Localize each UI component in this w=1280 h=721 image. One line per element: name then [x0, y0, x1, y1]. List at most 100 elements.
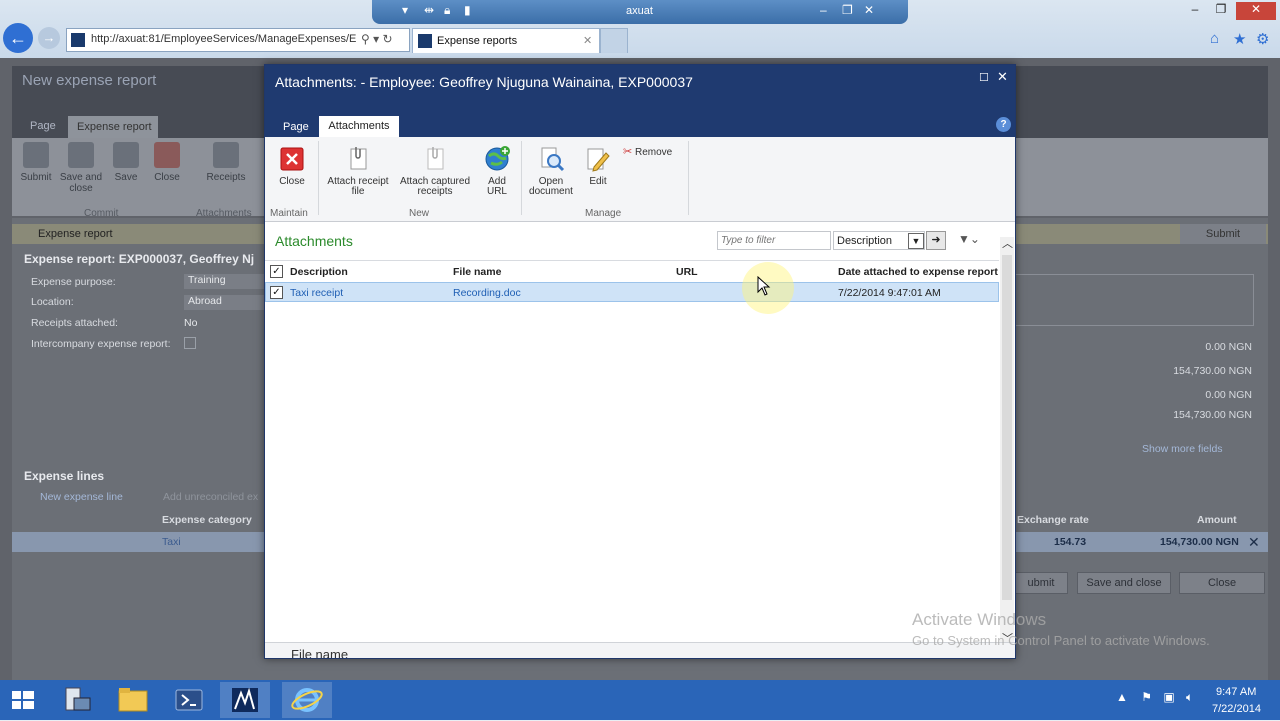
- group-maintain: Maintain: [270, 208, 308, 219]
- attachments-dialog: Attachments: - Employee: Geoffrey Njugun…: [264, 64, 1016, 659]
- bg-submit-bottom: ubmit: [1014, 572, 1068, 594]
- remove-label: Remove: [635, 147, 673, 158]
- browser-tab-expense-reports[interactable]: Expense reports ✕: [412, 28, 600, 53]
- show-hidden-icons-icon[interactable]: ▲: [1116, 690, 1128, 704]
- activate-windows-subtext: Go to System in Control Panel to activat…: [912, 633, 1210, 648]
- taskbar-powershell[interactable]: [164, 682, 214, 718]
- bg-tab-expense-report: Expense report: [68, 116, 158, 138]
- apply-filter-button[interactable]: ➜: [926, 231, 946, 250]
- volume-icon[interactable]: 🔈︎: [1186, 690, 1193, 704]
- back-button[interactable]: ←: [3, 23, 33, 53]
- edit-button[interactable]: Edit: [583, 145, 613, 187]
- lock-icon: 🔒︎: [444, 3, 451, 17]
- close-icon: [154, 142, 180, 168]
- taskbar-server-manager[interactable]: [52, 682, 102, 718]
- folder-icon: [118, 688, 148, 712]
- select-all-checkbox[interactable]: ✓: [270, 265, 283, 278]
- dialog-close-icon[interactable]: ✕: [997, 69, 1008, 85]
- window-minimize-button[interactable]: –: [1182, 2, 1208, 20]
- tab-close-icon[interactable]: ✕: [583, 34, 592, 47]
- network-icon[interactable]: ▣: [1163, 690, 1174, 704]
- bg-col-category: Expense category: [162, 514, 252, 526]
- address-bar[interactable]: http://axuat:81/EmployeeServices/ManageE…: [66, 28, 410, 52]
- pin-icon[interactable]: ⇹: [424, 3, 434, 17]
- bg-new-line-link: New expense line: [40, 491, 123, 503]
- chevron-up-icon[interactable]: ︿: [1002, 235, 1013, 251]
- row-checkbox[interactable]: ✓: [270, 286, 283, 299]
- taskbar-file-explorer[interactable]: [108, 682, 158, 718]
- filter-input[interactable]: [717, 231, 832, 250]
- close-label: Close: [279, 176, 305, 187]
- bg-save-label: Save: [114, 172, 138, 183]
- server-manager-icon: [65, 687, 91, 711]
- close-icon: [280, 147, 304, 171]
- save-close-icon: [68, 142, 94, 168]
- column-description[interactable]: Description: [290, 266, 348, 278]
- action-center-icon[interactable]: ⚑: [1141, 690, 1152, 704]
- add-url-button[interactable]: Add URL: [479, 145, 515, 197]
- bg-col-amount: Amount: [1197, 514, 1237, 526]
- chevron-down-icon[interactable]: ▾: [402, 3, 408, 17]
- open-document-button[interactable]: Open document: [523, 145, 579, 197]
- taskbar-clock-time[interactable]: 9:47 AM: [1216, 686, 1256, 698]
- tab-page[interactable]: Page: [283, 121, 309, 133]
- forward-button[interactable]: →: [38, 27, 60, 49]
- bg-save-button: Save: [110, 142, 142, 183]
- column-file-name[interactable]: File name: [453, 266, 501, 278]
- taskbar-clock-date[interactable]: 7/22/2014: [1212, 703, 1261, 715]
- taskbar-dynamics-ax[interactable]: [220, 682, 270, 718]
- bg-report-header: Expense report: EXP000037, Geoffrey Nj: [24, 252, 255, 266]
- cell-description[interactable]: Taxi receipt: [290, 287, 343, 299]
- bg-field-label: Expense purpose:: [31, 276, 116, 288]
- favorites-icon[interactable]: ★: [1233, 30, 1246, 48]
- bg-amount: 0.00 NGN: [1205, 389, 1252, 401]
- close-button[interactable]: Close: [275, 145, 309, 187]
- remove-button[interactable]: ✂ Remove: [623, 145, 672, 158]
- background-page-title: New expense report: [22, 72, 157, 89]
- settings-gear-icon[interactable]: ⚙: [1256, 30, 1269, 48]
- help-icon[interactable]: ?: [996, 117, 1011, 132]
- maximize-icon[interactable]: ☐: [979, 71, 989, 84]
- bg-tab-page: Page: [30, 120, 56, 132]
- cell-file-name[interactable]: Recording.doc: [453, 287, 521, 299]
- browser-tab-title: Expense reports: [437, 35, 518, 47]
- bg-amount: 154,730.00 NGN: [1173, 409, 1252, 421]
- new-tab-button[interactable]: [600, 28, 628, 53]
- restore-icon[interactable]: ❐: [842, 3, 853, 17]
- attach-receipt-file-button[interactable]: Attach receipt file: [323, 145, 393, 197]
- bg-col-exchange: Exchange rate: [1017, 514, 1089, 526]
- filter-field-value: Description: [837, 235, 893, 247]
- filter-text-field[interactable]: [718, 232, 832, 249]
- attachments-section-title: Attachments: [275, 233, 353, 249]
- taskbar-internet-explorer[interactable]: [282, 682, 332, 718]
- footer-file-name-label: File name: [291, 647, 349, 659]
- filter-field-select[interactable]: Description ▼: [833, 231, 925, 250]
- search-icon[interactable]: ⚲ ▾ ↻: [361, 32, 393, 46]
- window-close-button[interactable]: ✕: [1236, 2, 1276, 20]
- scrollbar-thumb[interactable]: [1002, 255, 1012, 600]
- window-restore-button[interactable]: ❐: [1208, 2, 1234, 20]
- bg-cell-amount: 154,730.00 NGN: [1160, 536, 1239, 548]
- bg-submit-button: Submit: [18, 142, 54, 183]
- bg-save-close-button: Save and close: [58, 142, 104, 194]
- home-icon[interactable]: ⌂: [1210, 30, 1219, 47]
- chevron-down-icon[interactable]: ▼: [908, 233, 924, 249]
- edit-label: Edit: [589, 176, 607, 187]
- filter-options-icon[interactable]: ▼⌄: [958, 232, 980, 246]
- minimize-icon[interactable]: –: [820, 3, 827, 17]
- system-tray[interactable]: ▲ ⚑ ▣ 🔈︎: [1116, 690, 1193, 705]
- start-button[interactable]: [0, 682, 46, 718]
- site-favicon-icon: [418, 34, 432, 48]
- bg-lines-header: Expense lines: [24, 469, 105, 483]
- close-icon[interactable]: ✕: [864, 3, 874, 17]
- group-new: New: [409, 208, 430, 219]
- address-url[interactable]: http://axuat:81/EmployeeServices/ManageE…: [91, 33, 359, 45]
- ribbon-separator: [318, 141, 319, 215]
- bg-tab-label: Expense report: [77, 121, 152, 133]
- cell-date-attached: 7/22/2014 9:47:01 AM: [838, 287, 941, 299]
- attach-captured-receipts-button[interactable]: Attach captured receipts: [395, 145, 475, 197]
- column-url[interactable]: URL: [676, 266, 698, 278]
- column-date-attached[interactable]: Date attached to expense report: [838, 266, 998, 278]
- pencil-document-icon: [587, 148, 610, 172]
- tab-attachments[interactable]: Attachments: [319, 116, 399, 137]
